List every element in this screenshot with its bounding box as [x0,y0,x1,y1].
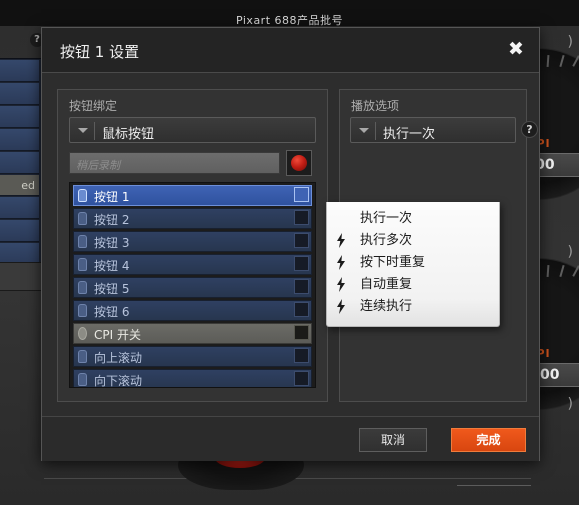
background-window-title: Pixart 688产品批号 [235,14,344,27]
menu-item-repeat-while-pressed[interactable]: 按下时重复 [327,252,499,274]
binding-type-value: 鼠标按钮 [102,127,155,142]
list-item-label: 按钮 3 [94,236,130,250]
menu-item-auto-repeat[interactable]: 自动重复 [327,274,499,296]
menu-item-label: 自动重复 [360,277,413,292]
table-row[interactable]: 按钮 4 [73,254,312,275]
menu-item-label: 执行多次 [360,233,413,248]
paren-mark: ) [567,396,573,412]
row-checkbox[interactable] [294,187,309,202]
cancel-button[interactable]: 取消 [359,428,427,452]
list-item[interactable] [0,60,39,82]
list-item-highlighted[interactable]: ed [0,175,39,196]
lightning-icon [337,233,345,248]
combo-divider [375,122,376,140]
row-checkbox[interactable] [294,371,309,386]
background-separator [457,485,531,486]
help-icon[interactable]: ? [521,121,538,138]
list-item[interactable] [0,152,39,174]
chevron-down-icon [78,128,88,133]
table-row[interactable]: 按钮 6 [73,300,312,321]
button-list[interactable]: 按钮 1 按钮 2 按钮 3 按钮 4 按钮 5 按钮 6 CPI 开关 向上滚… [69,182,316,388]
lightning-icon [337,277,345,292]
menu-item-label: 执行一次 [360,211,413,226]
list-item-label: CPI 开关 [94,328,141,342]
table-row[interactable]: 按钮 3 [73,231,312,252]
record-input-placeholder: 稍后录制 [76,159,120,172]
cpi-switch-icon [78,327,87,340]
menu-item-label: 按下时重复 [360,255,426,270]
done-button[interactable]: 完成 [451,428,526,452]
scroll-down-icon [78,373,87,386]
row-checkbox[interactable] [294,302,309,317]
mouse-button-icon [78,189,87,202]
row-checkbox[interactable] [294,210,309,225]
background-left-list[interactable]: ed [0,58,42,265]
paren-mark: ) [567,34,573,50]
lightning-icon [337,255,345,270]
row-checkbox[interactable] [294,233,309,248]
list-item-label: 向上滚动 [94,351,143,365]
paren-mark: ) [567,244,573,260]
mouse-button-icon [78,235,87,248]
background-left-button[interactable] [0,262,42,291]
table-row[interactable]: 按钮 2 [73,208,312,229]
list-item-label: 按钮 6 [94,305,130,319]
dialog-title: 按钮 1 设置 [60,43,140,61]
button-binding-title: 按钮绑定 [69,99,118,113]
menu-item-execute-many[interactable]: 执行多次 [327,230,499,252]
mouse-button-icon [78,304,87,317]
record-input[interactable]: 稍后录制 [69,152,280,174]
menu-item-execute-once[interactable]: 执行一次 [327,208,499,230]
list-item-label: 按钮 2 [94,213,130,227]
list-item-label: 按钮 4 [94,259,130,273]
binding-type-select[interactable]: 鼠标按钮 [69,117,316,143]
list-item-label: 按钮 1 [94,190,130,204]
playback-options-title: 播放选项 [351,99,400,113]
table-row[interactable]: 按钮 5 [73,277,312,298]
playback-mode-value: 执行一次 [383,127,436,142]
playback-mode-dropdown[interactable]: 执行一次 执行多次 按下时重复 自动重复 连续执行 [326,202,500,327]
record-dot-icon [291,155,307,171]
table-row[interactable]: 按钮 1 [73,185,312,206]
button-binding-panel: 按钮绑定 鼠标按钮 稍后录制 按钮 1 按钮 2 按钮 3 按钮 4 按钮 5 … [57,89,328,402]
list-item-label: 按钮 5 [94,282,130,296]
dialog-footer: 取消 完成 [42,416,539,461]
combo-divider [94,122,95,140]
record-button[interactable] [286,150,312,176]
table-row[interactable]: 向下滚动 [73,369,312,388]
menu-item-label: 连续执行 [360,299,413,314]
row-checkbox[interactable] [294,279,309,294]
playback-mode-select[interactable]: 执行一次 [350,117,516,143]
table-row[interactable]: CPI 开关 [73,323,312,344]
list-item-label: 向下滚动 [94,374,143,388]
list-item[interactable] [0,83,39,105]
button-settings-dialog: 按钮 1 设置 ✖ 按钮绑定 鼠标按钮 稍后录制 按钮 1 按钮 2 按钮 3 … [41,27,540,461]
chevron-down-icon [359,128,369,133]
close-icon[interactable]: ✖ [505,39,527,61]
row-checkbox[interactable] [294,256,309,271]
dialog-body: 按钮绑定 鼠标按钮 稍后录制 按钮 1 按钮 2 按钮 3 按钮 4 按钮 5 … [42,73,539,416]
row-checkbox[interactable] [294,325,309,340]
list-item[interactable] [0,106,39,128]
table-row[interactable]: 向上滚动 [73,346,312,367]
lightning-icon [337,299,345,314]
menu-item-continuous[interactable]: 连续执行 [327,296,499,318]
list-item[interactable] [0,129,39,151]
list-item[interactable] [0,220,39,242]
dialog-titlebar: 按钮 1 设置 ✖ [42,28,539,73]
scroll-up-icon [78,350,87,363]
mouse-button-icon [78,281,87,294]
row-checkbox[interactable] [294,348,309,363]
mouse-button-icon [78,258,87,271]
list-item[interactable] [0,197,39,219]
mouse-button-icon [78,212,87,225]
